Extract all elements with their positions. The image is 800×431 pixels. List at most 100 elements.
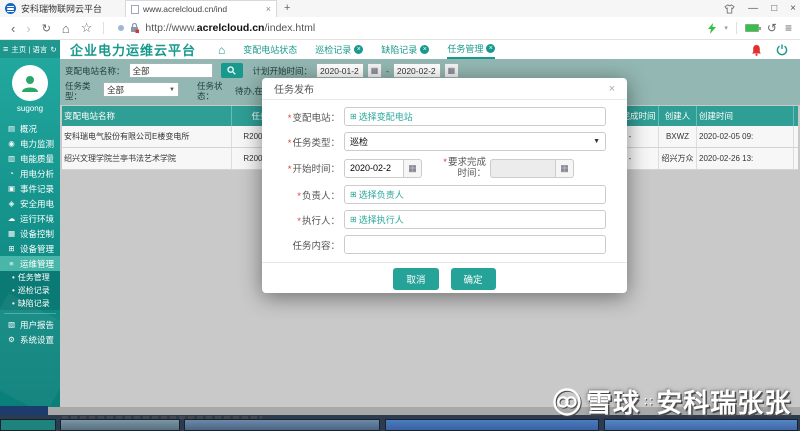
bullet-icon: • bbox=[12, 286, 15, 295]
sidebar-item-usage-analysis[interactable]: ◔用电分析 bbox=[0, 166, 60, 181]
calendar-icon[interactable]: ▦ bbox=[404, 159, 422, 178]
background-window-fragment bbox=[0, 406, 48, 415]
menu-icon[interactable]: ≡ bbox=[785, 21, 792, 35]
avatar bbox=[12, 65, 48, 101]
picker-icon: ⊞ bbox=[350, 190, 357, 199]
owner-label: *负责人： bbox=[262, 188, 344, 202]
settings-gear-icon: ⚙ bbox=[7, 335, 16, 344]
tab-close-icon[interactable]: × bbox=[354, 45, 363, 54]
sidebar-item-overview[interactable]: ▤概况 bbox=[0, 121, 60, 136]
sidebar-item-om-management[interactable]: ≡运维管理 bbox=[0, 256, 60, 271]
finish-date-input[interactable] bbox=[490, 159, 556, 178]
bullet-icon: • bbox=[12, 273, 15, 282]
task-type-select[interactable]: 巡检 ▼ bbox=[344, 132, 606, 151]
watermark-text: 雪球 bbox=[586, 383, 640, 420]
device-management-icon: ⊞ bbox=[7, 244, 16, 253]
watermark-name: 安科瑞张张 bbox=[656, 383, 791, 420]
taskbar-window[interactable] bbox=[184, 419, 380, 431]
start-date-input[interactable]: 2020-02-2 bbox=[344, 159, 404, 178]
refresh-icon[interactable]: ↻ bbox=[42, 22, 51, 35]
sidebar-item-environment[interactable]: ☁运行环境 bbox=[0, 211, 60, 226]
date-from-input[interactable]: 2020-01-2 bbox=[316, 63, 364, 78]
col-station-name: 变配电站名称 bbox=[62, 106, 232, 126]
chevron-down-icon[interactable]: ▾ bbox=[724, 24, 728, 32]
col-create-time: 创建时间 bbox=[697, 106, 794, 126]
bell-icon[interactable] bbox=[751, 44, 762, 56]
plan-start-label: 计划开始时间： bbox=[253, 65, 313, 77]
sidebar-item-safe-power[interactable]: ◈安全用电 bbox=[0, 196, 60, 211]
search-icon bbox=[227, 66, 236, 75]
task-status-label: 任务状态： bbox=[197, 81, 231, 101]
event-records-icon: ▣ bbox=[7, 184, 16, 193]
battery-icon[interactable] bbox=[745, 24, 759, 32]
sidebar-item-system-settings[interactable]: ⚙系统设置 bbox=[0, 332, 60, 347]
sidebar-item-device-control[interactable]: ▦设备控制 bbox=[0, 226, 60, 241]
modal-close-icon[interactable]: × bbox=[609, 83, 615, 95]
sidebar-item-power-monitor[interactable]: ◉电力监测 bbox=[0, 136, 60, 151]
sidebar-item-event-records[interactable]: ▣事件记录 bbox=[0, 181, 60, 196]
sidebar-item-user-report[interactable]: ▧用户报告 bbox=[0, 317, 60, 332]
sidebar-top-text[interactable]: 主页 | 语言 bbox=[11, 44, 47, 55]
undo-icon[interactable]: ↺ bbox=[767, 21, 777, 35]
lightning-icon[interactable] bbox=[708, 23, 716, 34]
taskbar-window[interactable] bbox=[385, 419, 599, 431]
refresh-icon[interactable]: ↻ bbox=[50, 45, 56, 54]
skin-icon[interactable] bbox=[724, 4, 735, 14]
sidebar-subitem-inspection-records[interactable]: •巡检记录 bbox=[0, 284, 60, 297]
power-monitor-icon: ◉ bbox=[7, 139, 16, 148]
cancel-button[interactable]: 取消 bbox=[393, 268, 438, 290]
tab-inspection-records[interactable]: 巡检记录 × bbox=[315, 40, 363, 59]
executor-input[interactable]: ⊞ 选择执行人 bbox=[344, 210, 606, 229]
bookmark-star-icon[interactable]: ☆ bbox=[81, 20, 93, 36]
close-button[interactable]: × bbox=[790, 0, 796, 17]
calendar-icon[interactable]: ▦ bbox=[368, 63, 382, 78]
power-quality-icon: ▥ bbox=[7, 154, 16, 163]
forward-icon[interactable]: › bbox=[26, 21, 30, 36]
watermark: 雪球 ∷ 安科瑞张张 bbox=[552, 383, 791, 420]
taskbar-window[interactable] bbox=[60, 419, 180, 431]
home-tab-icon[interactable]: ⌂ bbox=[218, 43, 225, 57]
tab-defect-records[interactable]: 缺陷记录 × bbox=[381, 40, 429, 59]
window-title: 安科瑞物联网云平台 bbox=[21, 2, 102, 15]
sidebar-subitem-defect-records[interactable]: •缺陷记录 bbox=[0, 297, 60, 310]
search-button[interactable] bbox=[221, 63, 243, 78]
sidebar-item-power-quality[interactable]: ▥电能质量 bbox=[0, 151, 60, 166]
station-filter-input[interactable]: 全部 bbox=[129, 63, 213, 78]
page-icon bbox=[131, 5, 139, 14]
taskbar-window[interactable] bbox=[604, 419, 798, 431]
tab-close-icon[interactable]: × bbox=[266, 4, 271, 14]
address-bar[interactable]: http://www.acrelcloud.cn/index.html bbox=[145, 22, 315, 34]
owner-input[interactable]: ⊞ 选择负责人 bbox=[344, 185, 606, 204]
power-icon[interactable] bbox=[776, 44, 788, 56]
tab-task-management[interactable]: 任务管理 × bbox=[447, 40, 495, 59]
tab-station-status[interactable]: 变配电站状态 bbox=[243, 40, 297, 59]
new-tab-button[interactable]: + bbox=[284, 2, 290, 14]
taskbar-window[interactable] bbox=[0, 419, 56, 431]
ok-button[interactable]: 确定 bbox=[451, 268, 496, 290]
site-dot-icon bbox=[118, 25, 124, 31]
watermark-separator: ∷ bbox=[644, 394, 652, 410]
task-publish-modal: 任务发布 × *变配电站： ⊞ 选择变配电站 *任务类型： 巡检 ▼ *开始时间… bbox=[262, 78, 627, 293]
usage-analysis-icon: ◔ bbox=[7, 169, 16, 178]
station-input[interactable]: ⊞ 选择变配电站 bbox=[344, 107, 606, 126]
task-content-input[interactable] bbox=[344, 235, 606, 254]
overview-icon: ▤ bbox=[7, 124, 16, 133]
sidebar-subitem-task-management[interactable]: •任务管理 bbox=[0, 271, 60, 284]
calendar-icon[interactable]: ▦ bbox=[556, 159, 574, 178]
home-icon[interactable]: ⌂ bbox=[62, 21, 70, 36]
task-type-label: 任务类型： bbox=[65, 81, 99, 101]
date-to-input[interactable]: 2020-02-2 bbox=[393, 63, 441, 78]
tab-close-icon[interactable]: × bbox=[420, 45, 429, 54]
task-type-select[interactable]: 全部 ▼ bbox=[103, 82, 179, 97]
hamburger-icon[interactable]: ≡ bbox=[3, 44, 8, 54]
station-filter-label: 变配电站名称： bbox=[65, 65, 125, 77]
back-icon[interactable]: ‹ bbox=[11, 21, 15, 36]
minimize-button[interactable]: — bbox=[748, 0, 758, 17]
date-dash: - bbox=[386, 66, 389, 76]
maximize-button[interactable]: □ bbox=[771, 0, 777, 17]
sidebar-item-device-management[interactable]: ⊞设备管理 bbox=[0, 241, 60, 256]
browser-tab[interactable]: www.acrelcloud.cn/ind × bbox=[125, 0, 277, 17]
lock-icon[interactable] bbox=[130, 23, 139, 33]
tab-close-icon[interactable]: × bbox=[486, 44, 495, 53]
calendar-icon[interactable]: ▦ bbox=[445, 63, 459, 78]
